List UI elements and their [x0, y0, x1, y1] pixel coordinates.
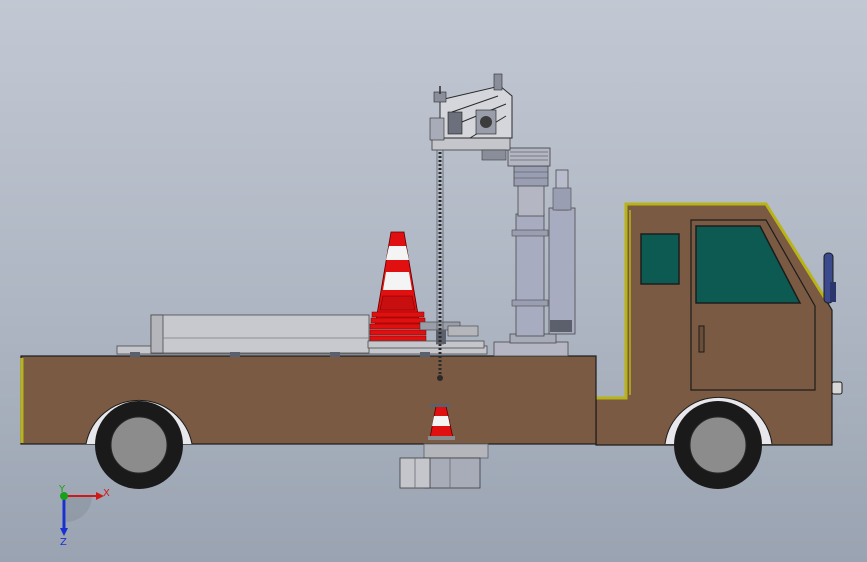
door-handle	[698, 325, 705, 353]
rail-mount-1	[130, 352, 140, 357]
rail-mount-3	[330, 352, 340, 357]
cone-stripe-top	[386, 246, 409, 260]
cone-base-1	[371, 311, 425, 318]
column-base	[493, 341, 569, 357]
lift-column	[493, 165, 576, 357]
rotary-plate	[507, 147, 551, 167]
triad-shadow	[66, 496, 92, 522]
truck-assembly-drawing: X Y Z	[20, 73, 843, 548]
actuator-cylinder	[548, 207, 576, 335]
cargo-box	[150, 314, 370, 354]
small-cone-base	[428, 436, 455, 440]
cone-base-4	[369, 329, 427, 336]
front-rim	[689, 416, 747, 474]
rail-mount-2	[230, 352, 240, 357]
cab-rear-window	[640, 233, 680, 285]
x-axis-label: X	[103, 488, 110, 499]
cone-base-2	[370, 317, 426, 324]
rear-rim	[110, 416, 168, 474]
crane-head	[429, 73, 551, 167]
rail-mount-4	[420, 352, 430, 357]
lower-housing	[423, 443, 489, 459]
cone-stripe-mid	[383, 272, 412, 290]
coordinate-triad: X Y Z	[58, 484, 110, 548]
column-neck	[517, 183, 545, 217]
stacked-cones	[367, 231, 485, 349]
y-axis-label: Y	[58, 484, 66, 495]
cone-base-5	[369, 335, 427, 342]
cone-tray	[367, 340, 485, 349]
mirror-arm	[830, 282, 836, 302]
headlight	[831, 381, 843, 395]
cargo-box-end	[150, 314, 164, 354]
lower-bracket	[423, 457, 481, 489]
cone-base-3	[369, 323, 427, 330]
z-axis-label: Z	[60, 537, 67, 548]
